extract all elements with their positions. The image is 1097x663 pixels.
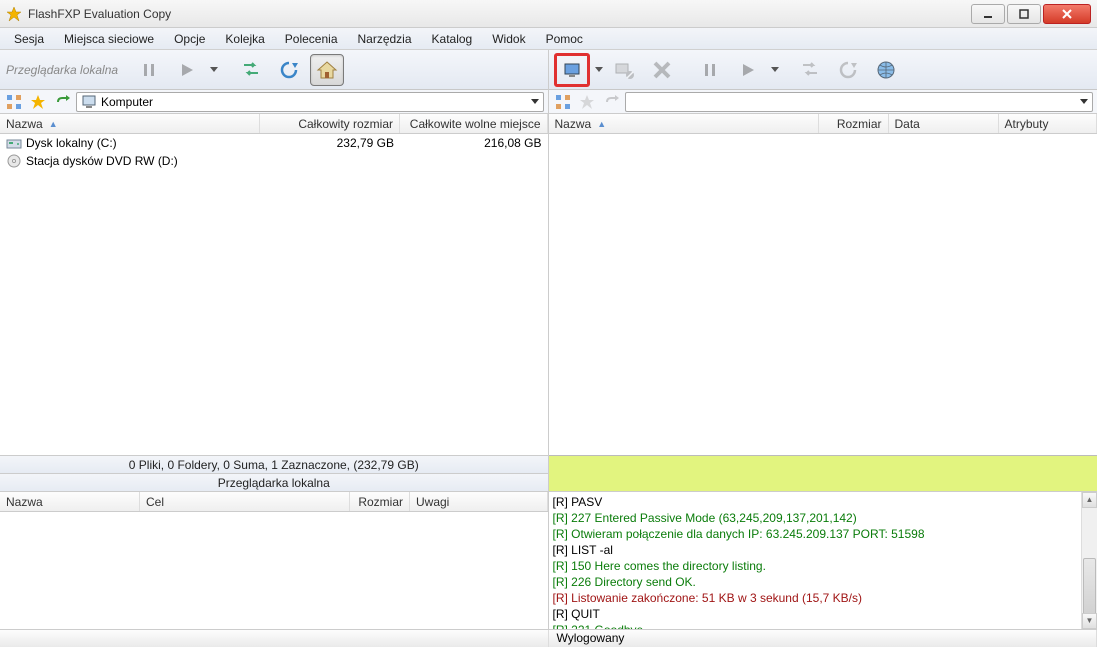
status-text: Wylogowany: [549, 630, 1097, 647]
q-col-notes[interactable]: Uwagi: [410, 492, 548, 511]
queue-list[interactable]: [0, 512, 548, 629]
log-line: [R] 227 Entered Passive Mode (63,245,209…: [553, 510, 1094, 526]
col-name-r[interactable]: Nazwa▲: [549, 114, 819, 133]
up-icon-r[interactable]: [601, 92, 621, 112]
scroll-thumb[interactable]: [1083, 558, 1096, 618]
log-line: [R] QUIT: [553, 606, 1094, 622]
menu-polecenia[interactable]: Polecenia: [277, 30, 346, 48]
q-col-name[interactable]: Nazwa: [0, 492, 140, 511]
left-toolbar-label: Przeglądarka lokalna: [6, 63, 118, 77]
connect-button[interactable]: [555, 54, 589, 86]
disconnect-button[interactable]: [607, 54, 641, 86]
left-status-mode: Przeglądarka lokalna: [0, 473, 548, 491]
menu-sesja[interactable]: Sesja: [6, 30, 52, 48]
right-address-bar: [549, 90, 1097, 114]
log-line: [R] Otwieram połączenie dla danych IP: 6…: [553, 526, 1094, 542]
pause-button[interactable]: [132, 54, 166, 86]
right-list[interactable]: [549, 134, 1097, 455]
refresh-button[interactable]: [272, 54, 306, 86]
menu-widok[interactable]: Widok: [484, 30, 533, 48]
maximize-button[interactable]: [1007, 4, 1041, 24]
col-free[interactable]: Całkowite wolne miejsce: [400, 114, 548, 133]
minimize-button[interactable]: [971, 4, 1005, 24]
main-panes: Przeglądarka lokalna Komputer Nazwa▲ Cał…: [0, 50, 1097, 491]
log-pane: [R] PASV[R] 227 Entered Passive Mode (63…: [549, 492, 1097, 629]
globe-button[interactable]: [869, 54, 903, 86]
menu-miejsca[interactable]: Miejsca sieciowe: [56, 30, 162, 48]
col-size-r[interactable]: Rozmiar: [819, 114, 889, 133]
play-dropdown-icon[interactable]: [210, 67, 218, 72]
scroll-down-icon[interactable]: ▼: [1082, 613, 1097, 629]
left-list[interactable]: Dysk lokalny (C:) 232,79 GB 216,08 GB St…: [0, 134, 548, 455]
right-status-strip: [549, 455, 1097, 491]
right-pane: Nazwa▲ Rozmiar Data Atrybuty: [549, 50, 1097, 491]
menu-narzedzia[interactable]: Narzędzia: [350, 30, 420, 48]
log-area[interactable]: [R] PASV[R] 227 Entered Passive Mode (63…: [549, 492, 1097, 629]
col-size[interactable]: Całkowity rozmiar: [260, 114, 400, 133]
title-bar: FlashFXP Evaluation Copy: [0, 0, 1097, 28]
left-pane: Przeglądarka lokalna Komputer Nazwa▲ Cał…: [0, 50, 549, 491]
log-scrollbar[interactable]: ▲ ▼: [1081, 492, 1097, 629]
left-list-header: Nazwa▲ Całkowity rozmiar Całkowite wolne…: [0, 114, 548, 134]
chevron-down-icon: [531, 99, 539, 104]
sort-asc-icon: ▲: [597, 119, 606, 129]
connect-dropdown-icon[interactable]: [595, 67, 603, 72]
log-line: [R] 150 Here comes the directory listing…: [553, 558, 1094, 574]
log-line: [R] Listowanie zakończone: 51 KB w 3 sek…: [553, 590, 1094, 606]
right-list-header: Nazwa▲ Rozmiar Data Atrybuty: [549, 114, 1097, 134]
left-path-text: Komputer: [101, 95, 153, 109]
transfer-button[interactable]: [234, 54, 268, 86]
log-line: [R] LIST -al: [553, 542, 1094, 558]
queue-header: Nazwa Cel Rozmiar Uwagi: [0, 492, 548, 512]
pause-button-r[interactable]: [693, 54, 727, 86]
refresh-button-r[interactable]: [831, 54, 865, 86]
play-dropdown-icon-r[interactable]: [771, 67, 779, 72]
tree-icon-r[interactable]: [553, 92, 573, 112]
app-icon: [6, 6, 22, 22]
play-button[interactable]: [170, 54, 204, 86]
lower-panes: Nazwa Cel Rozmiar Uwagi [R] PASV[R] 227 …: [0, 491, 1097, 629]
disk-icon: [6, 135, 22, 151]
menu-pomoc[interactable]: Pomoc: [538, 30, 591, 48]
scroll-up-icon[interactable]: ▲: [1082, 492, 1097, 508]
col-date-r[interactable]: Data: [889, 114, 999, 133]
up-icon[interactable]: [52, 92, 72, 112]
home-button[interactable]: [310, 54, 344, 86]
log-line: [R] PASV: [553, 494, 1094, 510]
dvd-icon: [6, 153, 22, 169]
tree-icon[interactable]: [4, 92, 24, 112]
transfer-button-r[interactable]: [793, 54, 827, 86]
menu-katalog[interactable]: Katalog: [424, 30, 481, 48]
favorite-icon[interactable]: [28, 92, 48, 112]
chevron-down-icon: [1080, 99, 1088, 104]
menu-kolejka[interactable]: Kolejka: [217, 30, 272, 48]
q-col-size[interactable]: Rozmiar: [350, 492, 410, 511]
queue-pane: Nazwa Cel Rozmiar Uwagi: [0, 492, 549, 629]
col-name[interactable]: Nazwa▲: [0, 114, 260, 133]
sort-asc-icon: ▲: [49, 119, 58, 129]
left-toolbar: Przeglądarka lokalna: [0, 50, 548, 90]
play-button-r[interactable]: [731, 54, 765, 86]
status-bar: Wylogowany: [0, 629, 1097, 647]
list-item[interactable]: Dysk lokalny (C:) 232,79 GB 216,08 GB: [0, 134, 548, 152]
right-path-combo[interactable]: [625, 92, 1094, 112]
left-status-files: 0 Pliki, 0 Foldery, 0 Suma, 1 Zaznaczone…: [0, 455, 548, 473]
close-button[interactable]: [1043, 4, 1091, 24]
log-line: [R] 221 Goodbye.: [553, 622, 1094, 629]
log-line: [R] 226 Directory send OK.: [553, 574, 1094, 590]
menu-opcje[interactable]: Opcje: [166, 30, 213, 48]
right-toolbar: [549, 50, 1097, 90]
left-path-combo[interactable]: Komputer: [76, 92, 544, 112]
computer-icon: [81, 94, 97, 110]
q-col-target[interactable]: Cel: [140, 492, 350, 511]
col-attr-r[interactable]: Atrybuty: [999, 114, 1097, 133]
left-address-bar: Komputer: [0, 90, 548, 114]
menu-bar: Sesja Miejsca sieciowe Opcje Kolejka Pol…: [0, 28, 1097, 50]
window-title: FlashFXP Evaluation Copy: [28, 7, 171, 21]
favorite-icon-r[interactable]: [577, 92, 597, 112]
abort-button[interactable]: [645, 54, 679, 86]
list-item[interactable]: Stacja dysków DVD RW (D:): [0, 152, 548, 170]
